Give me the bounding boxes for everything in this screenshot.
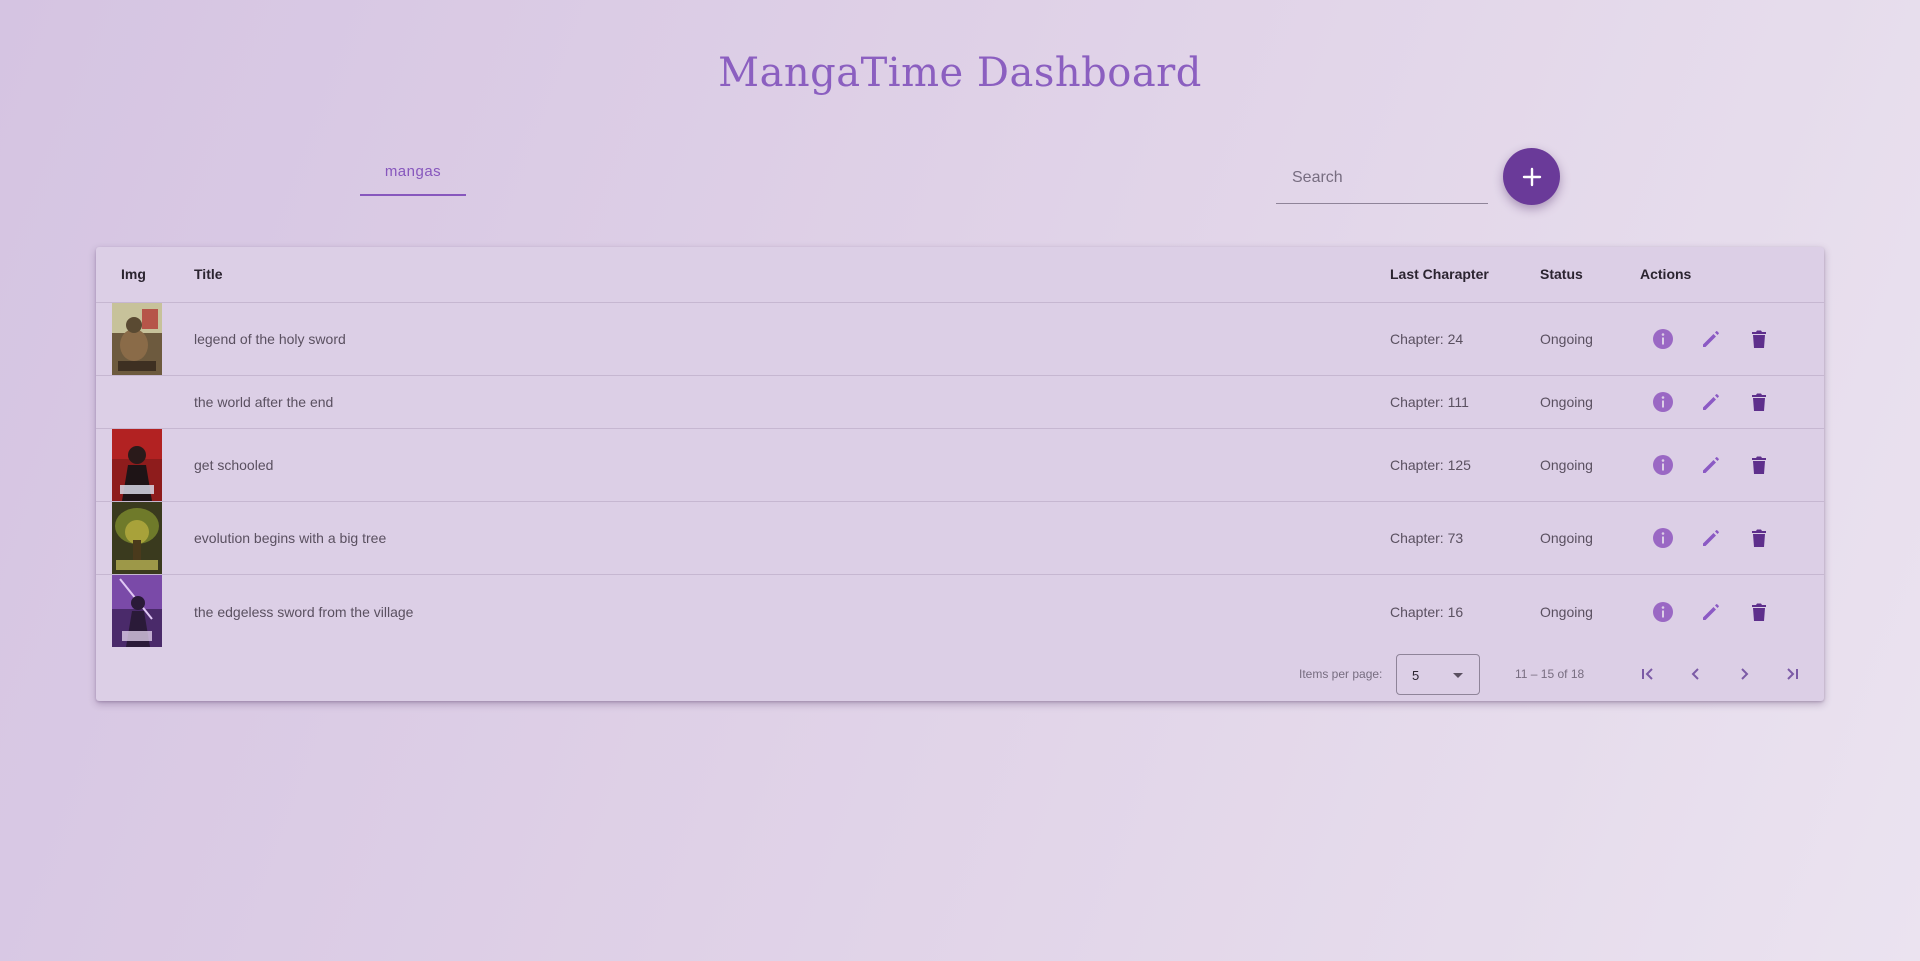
status-text: Ongoing	[1540, 331, 1593, 347]
last-chapter: Chapter: 16	[1390, 603, 1464, 620]
last-chapter: Chapter: 24	[1390, 331, 1464, 347]
edit-button[interactable]	[1697, 598, 1725, 626]
edit-icon	[1703, 331, 1719, 347]
delete-icon	[1752, 456, 1766, 474]
edit-icon	[1703, 530, 1719, 546]
delete-icon	[1752, 603, 1766, 621]
manga-title: the world after the end	[194, 394, 334, 410]
range-label: 11 – 15 of 18	[1515, 667, 1585, 681]
last-chapter: Chapter: 111	[1390, 394, 1469, 410]
delete-icon	[1752, 330, 1766, 348]
chevron-left-icon	[1691, 668, 1699, 680]
delete-button[interactable]	[1745, 524, 1773, 552]
info-button[interactable]	[1649, 598, 1677, 626]
last-chapter: Chapter: 125	[1390, 457, 1471, 473]
plus-icon	[1522, 167, 1541, 186]
add-manga-button[interactable]	[1503, 148, 1560, 205]
manga-cover-image	[112, 303, 162, 375]
column-header-last-chapter[interactable]: Last Charapter	[1390, 266, 1489, 282]
column-header-status[interactable]: Status	[1540, 266, 1583, 282]
info-icon	[1653, 329, 1673, 349]
tab-active-indicator	[360, 194, 466, 196]
table-header: Img Title Last Charapter Status Actions	[96, 247, 1824, 303]
info-icon	[1653, 601, 1673, 622]
info-button[interactable]	[1649, 451, 1677, 479]
status-text: Ongoing	[1540, 530, 1593, 546]
status-text: Ongoing	[1540, 603, 1593, 620]
page-size-select[interactable]: 5	[1396, 654, 1480, 695]
edit-button[interactable]	[1697, 388, 1725, 416]
table-row: legend of the holy sword Chapter: 24 Ong…	[96, 303, 1824, 376]
last-chapter: Chapter: 73	[1390, 530, 1464, 546]
last-page-button[interactable]	[1778, 660, 1806, 688]
delete-button[interactable]	[1745, 451, 1773, 479]
info-icon	[1653, 528, 1673, 548]
manga-title: legend of the holy sword	[194, 331, 346, 347]
page-size-value: 5	[1412, 668, 1420, 683]
delete-button[interactable]	[1745, 598, 1773, 626]
search-input[interactable]	[1276, 152, 1488, 203]
edit-icon	[1703, 394, 1719, 410]
edit-icon	[1703, 457, 1719, 473]
manga-cover-image	[112, 575, 162, 647]
delete-icon	[1752, 529, 1766, 547]
first-page-button[interactable]	[1634, 660, 1662, 688]
manga-title: get schooled	[194, 457, 274, 473]
tab-mangas[interactable]: mangas	[360, 150, 466, 196]
edit-button[interactable]	[1697, 524, 1725, 552]
last-page-icon	[1787, 668, 1798, 680]
column-header-img[interactable]: Img	[121, 266, 146, 282]
first-page-icon	[1642, 668, 1653, 680]
delete-button[interactable]	[1745, 388, 1773, 416]
table-row: the edgeless sword from the village Chap…	[96, 575, 1824, 648]
info-button[interactable]	[1649, 325, 1677, 353]
manga-title: evolution begins with a big tree	[194, 530, 387, 546]
manga-title: the edgeless sword from the village	[194, 603, 414, 620]
edit-icon	[1703, 603, 1719, 620]
info-button[interactable]	[1649, 388, 1677, 416]
status-text: Ongoing	[1540, 394, 1593, 410]
page-title: MangaTime Dashboard	[718, 50, 1202, 96]
table-row: evolution begins with a big tree Chapter…	[96, 502, 1824, 575]
edit-button[interactable]	[1697, 325, 1725, 353]
info-icon	[1653, 392, 1673, 412]
manga-table: Img Title Last Charapter Status Actions …	[96, 247, 1824, 701]
delete-button[interactable]	[1745, 325, 1773, 353]
tab-label: mangas	[384, 163, 442, 180]
chevron-right-icon	[1741, 668, 1749, 680]
edit-button[interactable]	[1697, 451, 1725, 479]
table-row: the world after the end Chapter: 111 Ong…	[96, 376, 1824, 429]
info-button[interactable]	[1649, 524, 1677, 552]
search-field	[1276, 152, 1488, 204]
next-page-button[interactable]	[1730, 660, 1758, 688]
delete-icon	[1752, 393, 1766, 411]
items-per-page-label: Items per page:	[1299, 667, 1383, 681]
column-header-title[interactable]: Title	[194, 266, 223, 282]
status-text: Ongoing	[1540, 457, 1593, 473]
column-header-actions: Actions	[1640, 266, 1692, 282]
previous-page-button[interactable]	[1682, 660, 1710, 688]
manga-cover-image	[112, 502, 162, 574]
table-row: get schooled Chapter: 125 Ongoing	[96, 429, 1824, 502]
paginator: Items per page: 5 11 – 15 of 18	[96, 647, 1824, 701]
chevron-down-icon	[1453, 673, 1463, 678]
manga-cover-image	[112, 429, 162, 501]
info-icon	[1653, 455, 1673, 475]
